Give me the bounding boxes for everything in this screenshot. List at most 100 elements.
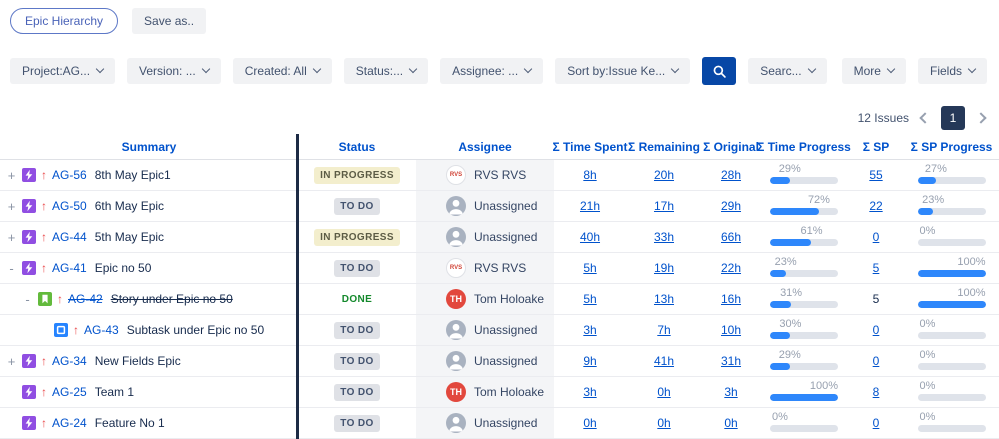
remaining-link[interactable]: 19h — [654, 261, 674, 275]
original-link[interactable]: 16h — [721, 292, 741, 306]
issue-key-link[interactable]: AG-44 — [52, 230, 87, 244]
progress-track — [770, 177, 838, 184]
column-resize-divider[interactable] — [296, 134, 299, 439]
filter-assignee-button[interactable]: Assignee: ... — [440, 58, 543, 84]
time-spent-link[interactable]: 5h — [583, 261, 596, 275]
expander-toggle[interactable]: + — [6, 230, 17, 245]
time-spent-link[interactable]: 3h — [583, 385, 596, 399]
sp-link[interactable]: 0 — [873, 354, 880, 368]
original-link[interactable]: 22h — [721, 261, 741, 275]
search-filter-label: Searc... — [760, 64, 801, 78]
search-button[interactable] — [702, 57, 736, 85]
remaining-link[interactable]: 0h — [657, 385, 670, 399]
issue-key-link[interactable]: AG-25 — [52, 385, 87, 399]
issue-key-link[interactable]: AG-41 — [52, 261, 87, 275]
sp-link[interactable]: 22 — [869, 199, 882, 213]
remaining-link[interactable]: 20h — [654, 168, 674, 182]
issue-key-link[interactable]: AG-34 — [52, 354, 87, 368]
expander-toggle[interactable]: + — [6, 354, 17, 369]
expander-toggle[interactable]: + — [6, 168, 17, 183]
search-filter-dropdown[interactable]: Searc... — [748, 58, 826, 84]
expander-toggle[interactable]: - — [22, 292, 33, 307]
pagination-page-1[interactable]: 1 — [941, 106, 965, 130]
time-spent-link[interactable]: 40h — [580, 230, 600, 244]
remaining-link[interactable]: 13h — [654, 292, 674, 306]
original-link[interactable]: 31h — [721, 354, 741, 368]
sp-link[interactable]: 0 — [873, 230, 880, 244]
issue-key-link[interactable]: AG-50 — [52, 199, 87, 213]
issue-key-link[interactable]: AG-24 — [52, 416, 87, 430]
sp-link[interactable]: 8 — [873, 385, 880, 399]
column-header-sp-progress[interactable]: Σ SP Progress — [904, 134, 999, 159]
remaining-link[interactable]: 0h — [657, 416, 670, 430]
original-link[interactable]: 0h — [724, 416, 737, 430]
time-spent-link[interactable]: 3h — [583, 323, 596, 337]
expander-toggle[interactable]: - — [6, 261, 17, 276]
original-link[interactable]: 10h — [721, 323, 741, 337]
column-header-original[interactable]: Σ Original — [702, 134, 760, 159]
time-progress-bar: 29% — [770, 163, 838, 187]
original-cell: 22h — [702, 253, 760, 283]
remaining-link[interactable]: 17h — [654, 199, 674, 213]
time-progress-cell: 30% — [760, 315, 848, 345]
sp-progress-cell: 0% — [904, 408, 999, 438]
filter-status-button[interactable]: Status:... — [344, 58, 428, 84]
column-header-sp[interactable]: Σ SP — [848, 134, 904, 159]
time-spent-link[interactable]: 8h — [583, 168, 596, 182]
more-button[interactable]: More — [842, 58, 906, 84]
remaining-cell: 0h — [626, 408, 702, 438]
column-header-remaining[interactable]: Σ Remaining — [626, 134, 702, 159]
sp-link[interactable]: 5 — [873, 261, 880, 275]
time-progress-bar: 61% — [770, 225, 838, 249]
remaining-link[interactable]: 33h — [654, 230, 674, 244]
pagination-next-icon[interactable] — [975, 112, 986, 123]
status-badge: IN PROGRESS — [314, 229, 400, 246]
remaining-link[interactable]: 7h — [657, 323, 670, 337]
epic-hierarchy-button[interactable]: Epic Hierarchy — [10, 8, 118, 34]
sp-link[interactable]: 55 — [869, 168, 882, 182]
priority-up-icon: ↑ — [41, 354, 47, 368]
column-header-assignee[interactable]: Assignee — [416, 134, 554, 159]
fields-button[interactable]: Fields — [918, 58, 987, 84]
time-spent-link[interactable]: 9h — [583, 354, 596, 368]
original-link[interactable]: 29h — [721, 199, 741, 213]
priority-up-icon: ↑ — [41, 385, 47, 399]
original-link[interactable]: 66h — [721, 230, 741, 244]
chevron-down-icon — [807, 65, 815, 73]
issue-key-link[interactable]: AG-42 — [68, 292, 103, 306]
original-cell: 29h — [702, 191, 760, 221]
save-as-button[interactable]: Save as.. — [132, 8, 206, 34]
priority-up-icon: ↑ — [57, 292, 63, 306]
filter-project-button[interactable]: Project:AG... — [10, 58, 115, 84]
issue-key-link[interactable]: AG-43 — [84, 323, 119, 337]
filter-created-button[interactable]: Created: All — [233, 58, 332, 84]
epic-icon — [22, 416, 36, 430]
summary-text: 5th May Epic — [95, 230, 164, 244]
time-progress-cell: 0% — [760, 408, 848, 438]
filter-sortby-button[interactable]: Sort by:Issue Ke... — [555, 58, 690, 84]
remaining-link[interactable]: 41h — [654, 354, 674, 368]
original-link[interactable]: 3h — [724, 385, 737, 399]
expander-toggle[interactable]: + — [6, 199, 17, 214]
sp-link[interactable]: 0 — [873, 323, 880, 337]
filter-version-button[interactable]: Version: ... — [127, 58, 221, 84]
column-header-summary[interactable]: Summary — [0, 134, 298, 159]
sp-link[interactable]: 0 — [873, 416, 880, 430]
time-spent-link[interactable]: 5h — [583, 292, 596, 306]
filter-assignee-label: Assignee: ... — [452, 64, 518, 78]
time-spent-link[interactable]: 21h — [580, 199, 600, 213]
time-spent-link[interactable]: 0h — [583, 416, 596, 430]
sp-progress-cell: 100% — [904, 284, 999, 314]
summary-text: New Fields Epic — [95, 354, 181, 368]
original-link[interactable]: 28h — [721, 168, 741, 182]
sp-link[interactable]: 5 — [873, 292, 880, 306]
assignee-name: RVS RVS — [474, 168, 526, 182]
column-header-time-spent[interactable]: Σ Time Spent — [554, 134, 626, 159]
column-header-status[interactable]: Status — [298, 134, 416, 159]
summary-cell: - ↑ AG-42 Story under Epic no 50 — [0, 284, 298, 314]
sp-cell: 55 — [848, 160, 904, 190]
pagination-prev-icon[interactable] — [919, 112, 930, 123]
filter-sortby-label: Sort by:Issue Ke... — [567, 64, 665, 78]
column-header-time-progress[interactable]: Σ Time Progress — [760, 134, 848, 159]
issue-key-link[interactable]: AG-56 — [52, 168, 87, 182]
